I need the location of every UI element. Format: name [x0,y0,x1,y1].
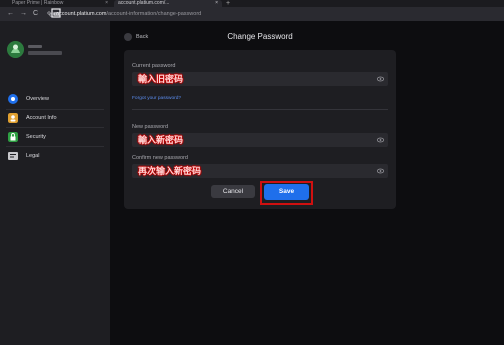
confirm-password-label: Confirm new password [132,155,188,161]
close-tab-icon[interactable]: × [105,0,108,7]
avatar-image-icon [7,41,24,58]
confirm-password-field[interactable]: 再次输入新密码 [132,164,388,178]
sidebar-item-security[interactable]: Security [6,131,106,143]
profile-name-redacted [28,45,42,48]
url-field[interactable]: account.platium.com/account-information/… [56,9,201,19]
legal-doc-icon [8,152,18,160]
page-title: Change Password [227,32,293,41]
form-divider [132,109,388,110]
new-password-field[interactable]: 輸入新密码 [132,133,388,147]
forgot-password-link[interactable]: Forgot your password? [132,95,181,102]
browser-tab[interactable]: Paper Prime | Rainbow × [8,0,112,7]
sidebar-divider [6,146,104,147]
sidebar-item-overview[interactable]: Overview [6,93,106,105]
sidebar-item-label: Account Info [26,115,57,121]
close-tab-icon[interactable]: × [215,0,218,7]
platium-logo-icon[interactable] [50,8,62,18]
reload-icon[interactable]: C [33,7,38,21]
browser-tab-strip: Paper Prime | Rainbow × account.platium.… [0,0,504,7]
show-password-eye-icon[interactable] [377,168,384,174]
new-password-value: 輸入新密码 [138,135,184,145]
sidebar-item-label: Security [26,134,46,140]
sidebar-divider [6,109,104,110]
current-password-field[interactable]: 輸入旧密码 [132,72,388,86]
current-password-label: Current password [132,63,176,69]
back-arrow-icon[interactable]: ← [7,7,14,21]
forward-arrow-icon[interactable]: → [20,7,27,21]
sidebar-divider [6,127,104,128]
sidebar-item-label: Legal [26,153,40,159]
sidebar-item-label: Overview [26,96,49,102]
url-path: /account-information/change-password [106,11,202,17]
browser-tab-active[interactable]: account.platium.com/... × [114,0,222,7]
avatar[interactable] [7,41,24,58]
new-tab-icon[interactable]: + [226,0,230,7]
cancel-button[interactable]: Cancel [211,185,255,198]
sidebar-item-account-info[interactable]: Account Info [6,112,106,124]
new-password-label: New password [132,124,169,130]
account-info-icon [8,113,18,123]
address-bar: ← → C account.platium.com/account-inform… [0,7,504,21]
security-lock-icon [8,132,18,142]
show-password-eye-icon[interactable] [377,137,384,143]
confirm-password-value: 再次输入新密码 [138,166,202,176]
back-arrow-icon [124,33,132,41]
url-host: account.platium.com [56,11,107,17]
overview-icon [8,94,18,104]
sidebar-item-legal[interactable]: Legal [6,150,106,162]
browser-tab-title: account.platium.com/... [118,0,170,6]
back-label: Back [136,34,149,40]
sidebar [0,21,110,345]
profile-id-redacted [28,51,62,55]
current-password-value: 輸入旧密码 [138,74,184,84]
browser-tab-title: Paper Prime | Rainbow [12,0,64,6]
show-password-eye-icon[interactable] [377,76,384,82]
save-button[interactable]: Save [264,184,309,200]
